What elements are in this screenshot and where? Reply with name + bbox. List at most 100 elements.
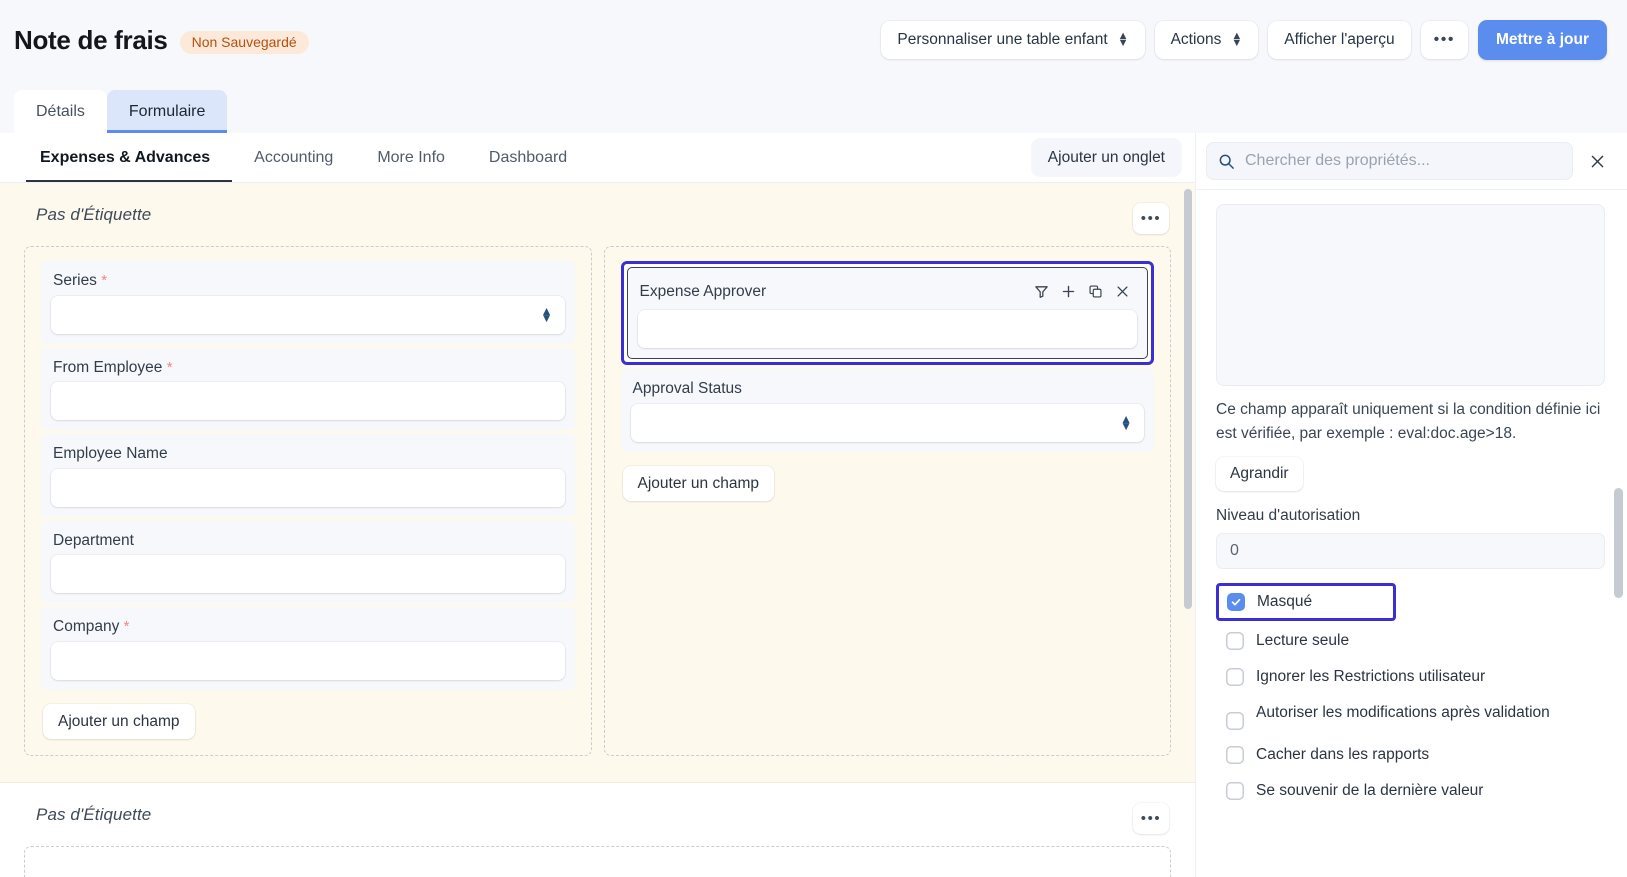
preview-label: Afficher l'aperçu <box>1284 31 1394 49</box>
tab-details[interactable]: Détails <box>14 90 107 133</box>
depends-on-help-text: Ce champ apparaît uniquement si la condi… <box>1216 398 1605 445</box>
update-label: Mettre à jour <box>1496 31 1589 49</box>
section-one-columns: Series * ▲▼ From Employee * <box>24 246 1171 756</box>
checkbox-row-lecture-seule[interactable]: Lecture seule <box>1216 623 1605 659</box>
checkbox-row-masque[interactable]: Masqué <box>1216 583 1396 621</box>
field-department[interactable]: Department <box>41 521 575 604</box>
field-from-employee-input[interactable] <box>51 382 565 420</box>
field-series[interactable]: Series * ▲▼ <box>41 261 575 344</box>
permlevel-input[interactable]: 0 <box>1216 533 1605 569</box>
checkbox-row-souvenir-derniere-valeur[interactable]: Se souvenir de la dernière valeur <box>1216 773 1605 809</box>
section-two-menu-button[interactable]: ••• <box>1133 803 1169 834</box>
preview-button[interactable]: Afficher l'aperçu <box>1268 21 1410 59</box>
field-action-icons <box>1029 280 1135 303</box>
field-from-employee[interactable]: From Employee * <box>41 348 575 431</box>
close-panel-button[interactable] <box>1579 143 1615 179</box>
field-company[interactable]: Company * <box>41 607 575 690</box>
label-text: Series <box>53 272 97 289</box>
checkbox-icon[interactable] <box>1226 712 1244 730</box>
label-text: From Employee <box>53 359 162 376</box>
checkbox-icon[interactable] <box>1226 746 1244 764</box>
filter-icon[interactable] <box>1029 280 1054 303</box>
field-series-input[interactable]: ▲▼ <box>51 296 565 334</box>
column-right: Expense Approver <box>604 246 1172 756</box>
field-employee-name[interactable]: Employee Name <box>41 434 575 517</box>
more-options-button[interactable]: ••• <box>1421 21 1468 59</box>
checkbox-row-autoriser-modifications[interactable]: Autoriser les modifications après valida… <box>1216 695 1605 737</box>
checkbox-label-masque: Masqué <box>1257 591 1312 613</box>
add-field-button-right[interactable]: Ajouter un champ <box>623 466 775 502</box>
canvas-scrollbar[interactable] <box>1184 189 1192 669</box>
field-company-input[interactable] <box>51 642 565 680</box>
section-two-label: Pas d'Étiquette <box>24 803 151 825</box>
search-icon <box>1218 153 1235 170</box>
expand-button[interactable]: Agrandir <box>1216 457 1303 491</box>
checkbox-icon[interactable] <box>1226 632 1244 650</box>
ellipsis-icon: ••• <box>1141 810 1162 827</box>
field-department-input[interactable] <box>51 555 565 593</box>
form-tab-accounting[interactable]: Accounting <box>232 133 355 182</box>
field-approval-status[interactable]: Approval Status ▲▼ <box>621 369 1155 452</box>
add-icon[interactable] <box>1056 280 1081 303</box>
field-expense-approver-input[interactable] <box>638 310 1138 348</box>
duplicate-icon[interactable] <box>1083 280 1108 303</box>
field-department-label: Department <box>51 527 565 556</box>
label-text: Company <box>53 618 119 635</box>
field-company-label: Company * <box>51 613 565 642</box>
form-builder-pane: Expenses & Advances Accounting More Info… <box>0 133 1196 877</box>
checkbox-icon[interactable] <box>1226 668 1244 686</box>
form-tab-more-info[interactable]: More Info <box>355 133 467 182</box>
add-field-button-left[interactable]: Ajouter un champ <box>43 704 195 740</box>
field-employee-name-label: Employee Name <box>51 440 565 469</box>
checkbox-label-cacher-rapports: Cacher dans les rapports <box>1256 744 1429 766</box>
required-asterisk: * <box>167 359 173 376</box>
section-one-menu-button[interactable]: ••• <box>1133 203 1169 234</box>
app-root: Note de frais Non Sauvegardé Personnalis… <box>0 0 1627 877</box>
search-properties-box[interactable] <box>1206 142 1573 180</box>
customize-child-table-label: Personnaliser une table enfant <box>897 31 1107 49</box>
body-split: Expenses & Advances Accounting More Info… <box>0 133 1627 877</box>
depends-on-textarea[interactable] <box>1216 204 1605 386</box>
checkbox-checked-icon[interactable] <box>1227 593 1245 611</box>
form-tab-dashboard[interactable]: Dashboard <box>467 133 589 182</box>
page-title: Note de frais <box>14 25 168 56</box>
section-one-label: Pas d'Étiquette <box>24 203 151 225</box>
header-actions: Personnaliser une table enfant ▲▼ Action… <box>881 20 1607 60</box>
checkbox-label-autoriser-modifications: Autoriser les modifications après valida… <box>1256 702 1550 724</box>
field-approval-status-input[interactable]: ▲▼ <box>631 404 1145 442</box>
add-tab-button[interactable]: Ajouter un onglet <box>1032 139 1181 177</box>
properties-panel-header <box>1196 133 1627 190</box>
page-title-group: Note de frais Non Sauvegardé <box>14 25 309 56</box>
field-employee-name-input[interactable] <box>51 469 565 507</box>
field-expense-approver-selected[interactable]: Expense Approver <box>621 261 1155 365</box>
checkbox-label-lecture-seule: Lecture seule <box>1256 630 1349 652</box>
permlevel-label: Niveau d'autorisation <box>1216 507 1605 525</box>
remove-icon[interactable] <box>1110 280 1135 303</box>
document-tabs: Détails Formulaire <box>0 80 1627 133</box>
form-tab-expenses-advances[interactable]: Expenses & Advances <box>26 133 232 182</box>
actions-button[interactable]: Actions ▲▼ <box>1155 21 1259 59</box>
search-input[interactable] <box>1245 152 1561 170</box>
field-expense-approver-label: Expense Approver <box>640 284 767 300</box>
properties-panel-body: Ce champ apparaît uniquement si la condi… <box>1196 190 1627 877</box>
chevron-updown-icon: ▲▼ <box>541 308 553 322</box>
field-series-label: Series * <box>51 267 565 296</box>
checkbox-row-cacher-rapports[interactable]: Cacher dans les rapports <box>1216 737 1605 773</box>
tab-formulaire[interactable]: Formulaire <box>107 90 227 133</box>
chevron-updown-icon: ▲▼ <box>1231 33 1242 47</box>
checkbox-icon[interactable] <box>1226 782 1244 800</box>
ellipsis-icon: ••• <box>1434 31 1455 49</box>
update-button[interactable]: Mettre à jour <box>1478 20 1607 60</box>
checkbox-row-ignorer-restrictions[interactable]: Ignorer les Restrictions utilisateur <box>1216 659 1605 695</box>
checkbox-label-ignorer-restrictions: Ignorer les Restrictions utilisateur <box>1256 666 1485 688</box>
required-asterisk: * <box>101 272 107 289</box>
required-asterisk: * <box>124 618 130 635</box>
actions-label: Actions <box>1171 31 1222 49</box>
properties-scrollbar[interactable] <box>1614 488 1623 728</box>
chevron-updown-icon: ▲▼ <box>1118 33 1129 47</box>
field-expense-approver[interactable]: Expense Approver <box>627 267 1149 359</box>
customize-child-table-button[interactable]: Personnaliser une table enfant ▲▼ <box>881 21 1144 59</box>
canvas-scrollbar-thumb[interactable] <box>1184 189 1192 609</box>
properties-scrollbar-thumb[interactable] <box>1614 488 1623 598</box>
field-expense-approver-header: Expense Approver <box>638 274 1138 310</box>
